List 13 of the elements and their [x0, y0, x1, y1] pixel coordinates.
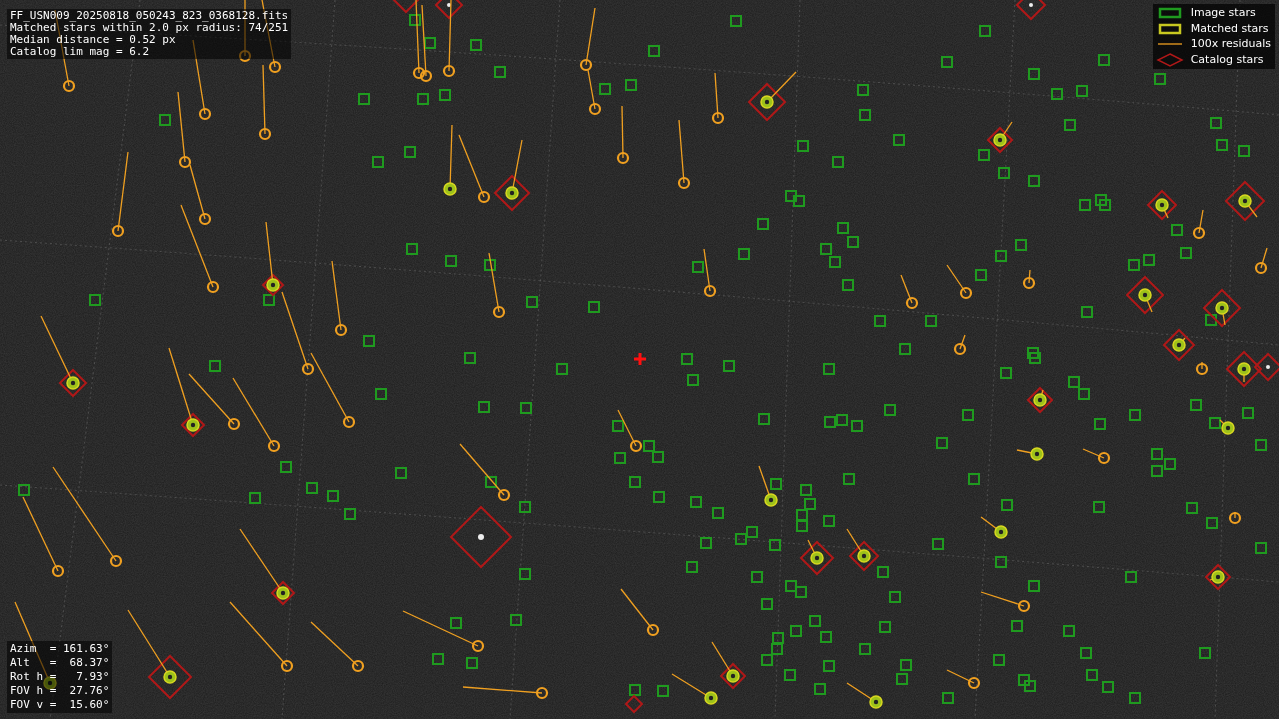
- pointing-readout: FOV h = 27.76°: [10, 685, 110, 697]
- pointing-readout: FOV v = 15.60°: [10, 699, 110, 711]
- info-text: Matched stars within 2.0 px radius: 74/251: [10, 22, 289, 34]
- info-text: Catalog lim mag = 6.2: [10, 46, 151, 58]
- legend-label: Image stars: [1190, 7, 1256, 20]
- pointing-readout: Azim = 161.63°: [10, 643, 110, 655]
- legend-label: Matched stars: [1190, 22, 1269, 35]
- legend-label: Catalog stars: [1190, 53, 1264, 66]
- pointing-readout: Alt = 68.37°: [10, 657, 110, 669]
- pointing-readout: Rot h = 7.93°: [10, 671, 110, 683]
- legend-label: 100x residuals: [1190, 38, 1271, 51]
- info-text: Median distance = 0.52 px: [10, 34, 177, 46]
- info-text: FF_USN009_20250818_050243_823_0368128.fits: [10, 10, 289, 22]
